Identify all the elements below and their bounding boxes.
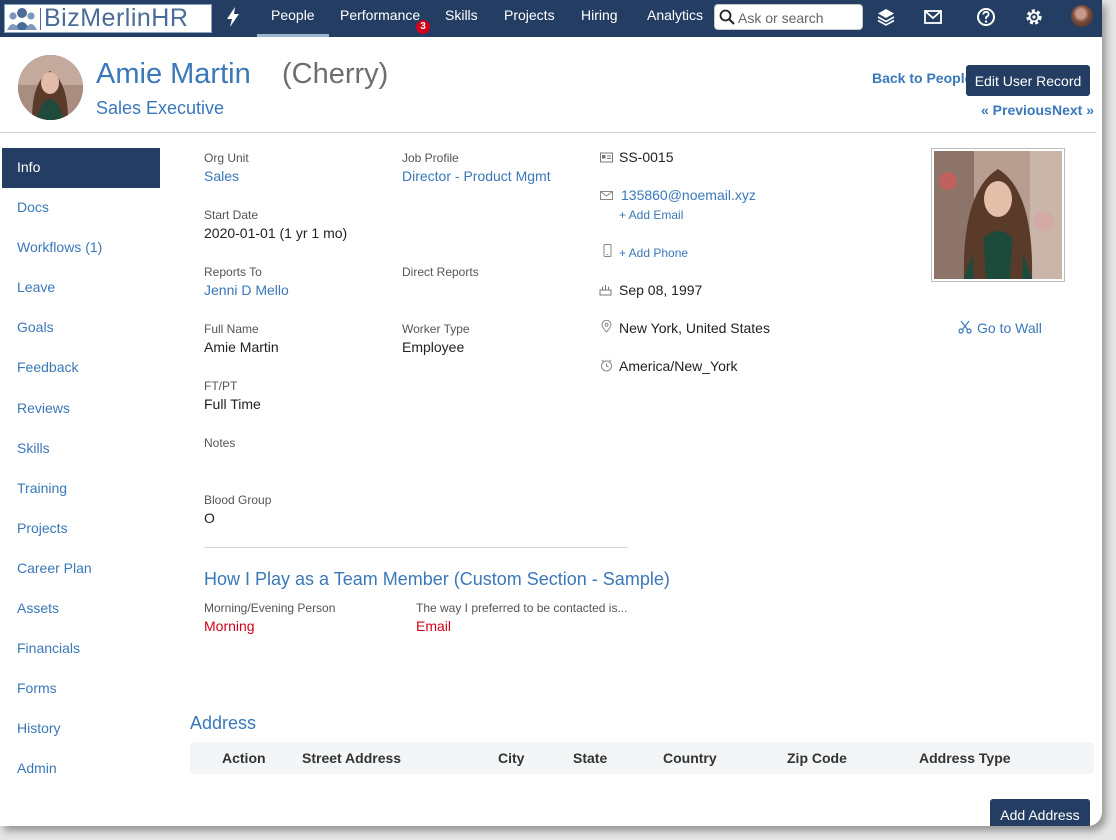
gear-icon[interactable] <box>1023 6 1045 28</box>
nav-performance[interactable]: Performance <box>340 0 420 37</box>
employee-id: SS-0015 <box>619 149 674 165</box>
full-name-label: Full Name <box>204 322 259 336</box>
column-header-state[interactable]: State <box>573 742 607 774</box>
id-card-icon <box>600 152 613 163</box>
profile-photo <box>931 148 1065 282</box>
column-header-country[interactable]: Country <box>663 742 717 774</box>
app-window: BizMerlinHR People Performance 3 Skills … <box>0 0 1102 826</box>
help-icon[interactable] <box>975 6 997 28</box>
job-profile-label: Job Profile <box>402 151 459 165</box>
address-table-header: Action Street Address City State Country… <box>190 742 1094 774</box>
mail-icon[interactable] <box>922 6 944 28</box>
add-address-button[interactable]: Add Address <box>990 799 1090 826</box>
user-avatar[interactable] <box>1071 5 1093 27</box>
nav-skills[interactable]: Skills <box>445 0 478 37</box>
sidebar-item-workflows[interactable]: Workflows (1) <box>2 228 160 268</box>
brand-wordmark: BizMerlinHR <box>44 4 189 32</box>
timezone-value: America/New_York <box>619 358 738 374</box>
column-header-zip[interactable]: Zip Code <box>787 742 847 774</box>
birthday-cake-icon <box>599 285 612 296</box>
logo-separator <box>40 7 41 30</box>
mail-icon <box>600 191 613 200</box>
sidebar-item-training[interactable]: Training <box>2 469 160 509</box>
contact-pref-label: The way I preferred to be contacted is..… <box>416 601 628 615</box>
morning-evening-label: Morning/Evening Person <box>204 601 336 615</box>
address-section-title: Address <box>190 713 257 733</box>
nav-hiring[interactable]: Hiring <box>581 0 618 37</box>
birthday-value: Sep 08, 1997 <box>619 282 703 298</box>
location-value: New York, United States <box>619 320 770 336</box>
worker-type-value: Employee <box>402 339 465 355</box>
reports-to-value[interactable]: Jenni D Mello <box>204 282 289 298</box>
start-date-label: Start Date <box>204 208 259 222</box>
sidebar-item-reviews[interactable]: Reviews <box>2 389 160 429</box>
sidebar-item-info[interactable]: Info <box>2 148 160 189</box>
next-link[interactable]: Next » <box>1052 102 1094 118</box>
profile-avatar <box>18 55 83 120</box>
employee-name: Amie Martin <box>96 58 251 90</box>
org-unit-value[interactable]: Sales <box>204 168 239 184</box>
sidebar-item-skills[interactable]: Skills <box>2 429 160 469</box>
nav-analytics[interactable]: Analytics <box>647 0 703 37</box>
morning-evening-value: Morning <box>204 618 255 634</box>
edit-user-record-button[interactable]: Edit User Record <box>966 65 1090 96</box>
blood-group-value: O <box>204 510 215 526</box>
search-icon <box>719 9 735 25</box>
start-date-value: 2020-01-01 (1 yr 1 mo) <box>204 225 348 241</box>
sidebar-item-history[interactable]: History <box>2 709 160 749</box>
top-navbar: BizMerlinHR People Performance 3 Skills … <box>0 0 1102 37</box>
profile-sidebar: Info Docs Workflows (1) Leave Goals Feed… <box>2 148 160 790</box>
sidebar-item-leave[interactable]: Leave <box>2 268 160 308</box>
ft-pt-label: FT/PT <box>204 379 238 393</box>
custom-section-title: How I Play as a Team Member (Custom Sect… <box>204 569 670 589</box>
location-pin-icon <box>601 320 612 333</box>
scissors-icon <box>958 320 972 334</box>
brand-logo[interactable]: BizMerlinHR <box>4 4 212 33</box>
org-unit-label: Org Unit <box>204 151 249 165</box>
column-header-city[interactable]: City <box>498 742 524 774</box>
search-input[interactable] <box>738 8 858 27</box>
sidebar-item-admin[interactable]: Admin <box>2 749 160 789</box>
notes-label: Notes <box>204 436 236 450</box>
header-divider <box>0 132 1096 133</box>
sidebar-item-forms[interactable]: Forms <box>2 669 160 709</box>
add-email-link[interactable]: + Add Email <box>619 208 683 222</box>
people-logo-icon <box>5 5 39 32</box>
go-to-wall-link[interactable]: Go to Wall <box>977 320 1042 336</box>
ft-pt-value: Full Time <box>204 396 261 412</box>
performance-badge: 3 <box>416 20 430 34</box>
column-header-address-type[interactable]: Address Type <box>919 742 1011 774</box>
phone-icon <box>603 244 612 257</box>
employee-job-title: Sales Executive <box>96 98 225 118</box>
email-value[interactable]: 135860@noemail.xyz <box>621 187 756 203</box>
previous-link[interactable]: « Previous <box>981 102 1052 118</box>
worker-type-label: Worker Type <box>402 322 470 336</box>
contact-pref-value: Email <box>416 618 452 634</box>
sidebar-item-goals[interactable]: Goals <box>2 308 160 348</box>
nav-projects[interactable]: Projects <box>504 0 555 37</box>
sidebar-item-financials[interactable]: Financials <box>2 629 160 669</box>
sidebar-item-career-plan[interactable]: Career Plan <box>2 549 160 589</box>
blood-group-label: Blood Group <box>204 493 272 507</box>
sidebar-item-assets[interactable]: Assets <box>2 589 160 629</box>
sidebar-item-feedback[interactable]: Feedback <box>2 348 160 388</box>
full-name-value: Amie Martin <box>204 339 279 355</box>
column-header-action[interactable]: Action <box>222 742 266 774</box>
reports-to-label: Reports To <box>204 265 262 279</box>
direct-reports-label: Direct Reports <box>402 265 479 279</box>
column-header-street[interactable]: Street Address <box>302 742 401 774</box>
bolt-icon[interactable] <box>224 6 242 28</box>
employee-nickname: (Cherry) <box>282 58 389 90</box>
back-to-people-link[interactable]: Back to People <box>872 70 972 86</box>
job-profile-value[interactable]: Director - Product Mgmt <box>402 168 551 184</box>
nav-people[interactable]: People <box>257 0 329 37</box>
clock-icon <box>601 359 612 372</box>
sidebar-item-docs[interactable]: Docs <box>2 188 160 228</box>
section-divider <box>204 547 628 548</box>
add-phone-link[interactable]: + Add Phone <box>619 246 688 260</box>
layers-icon[interactable] <box>875 6 897 28</box>
sidebar-item-projects[interactable]: Projects <box>2 509 160 549</box>
search-box[interactable] <box>714 4 863 30</box>
